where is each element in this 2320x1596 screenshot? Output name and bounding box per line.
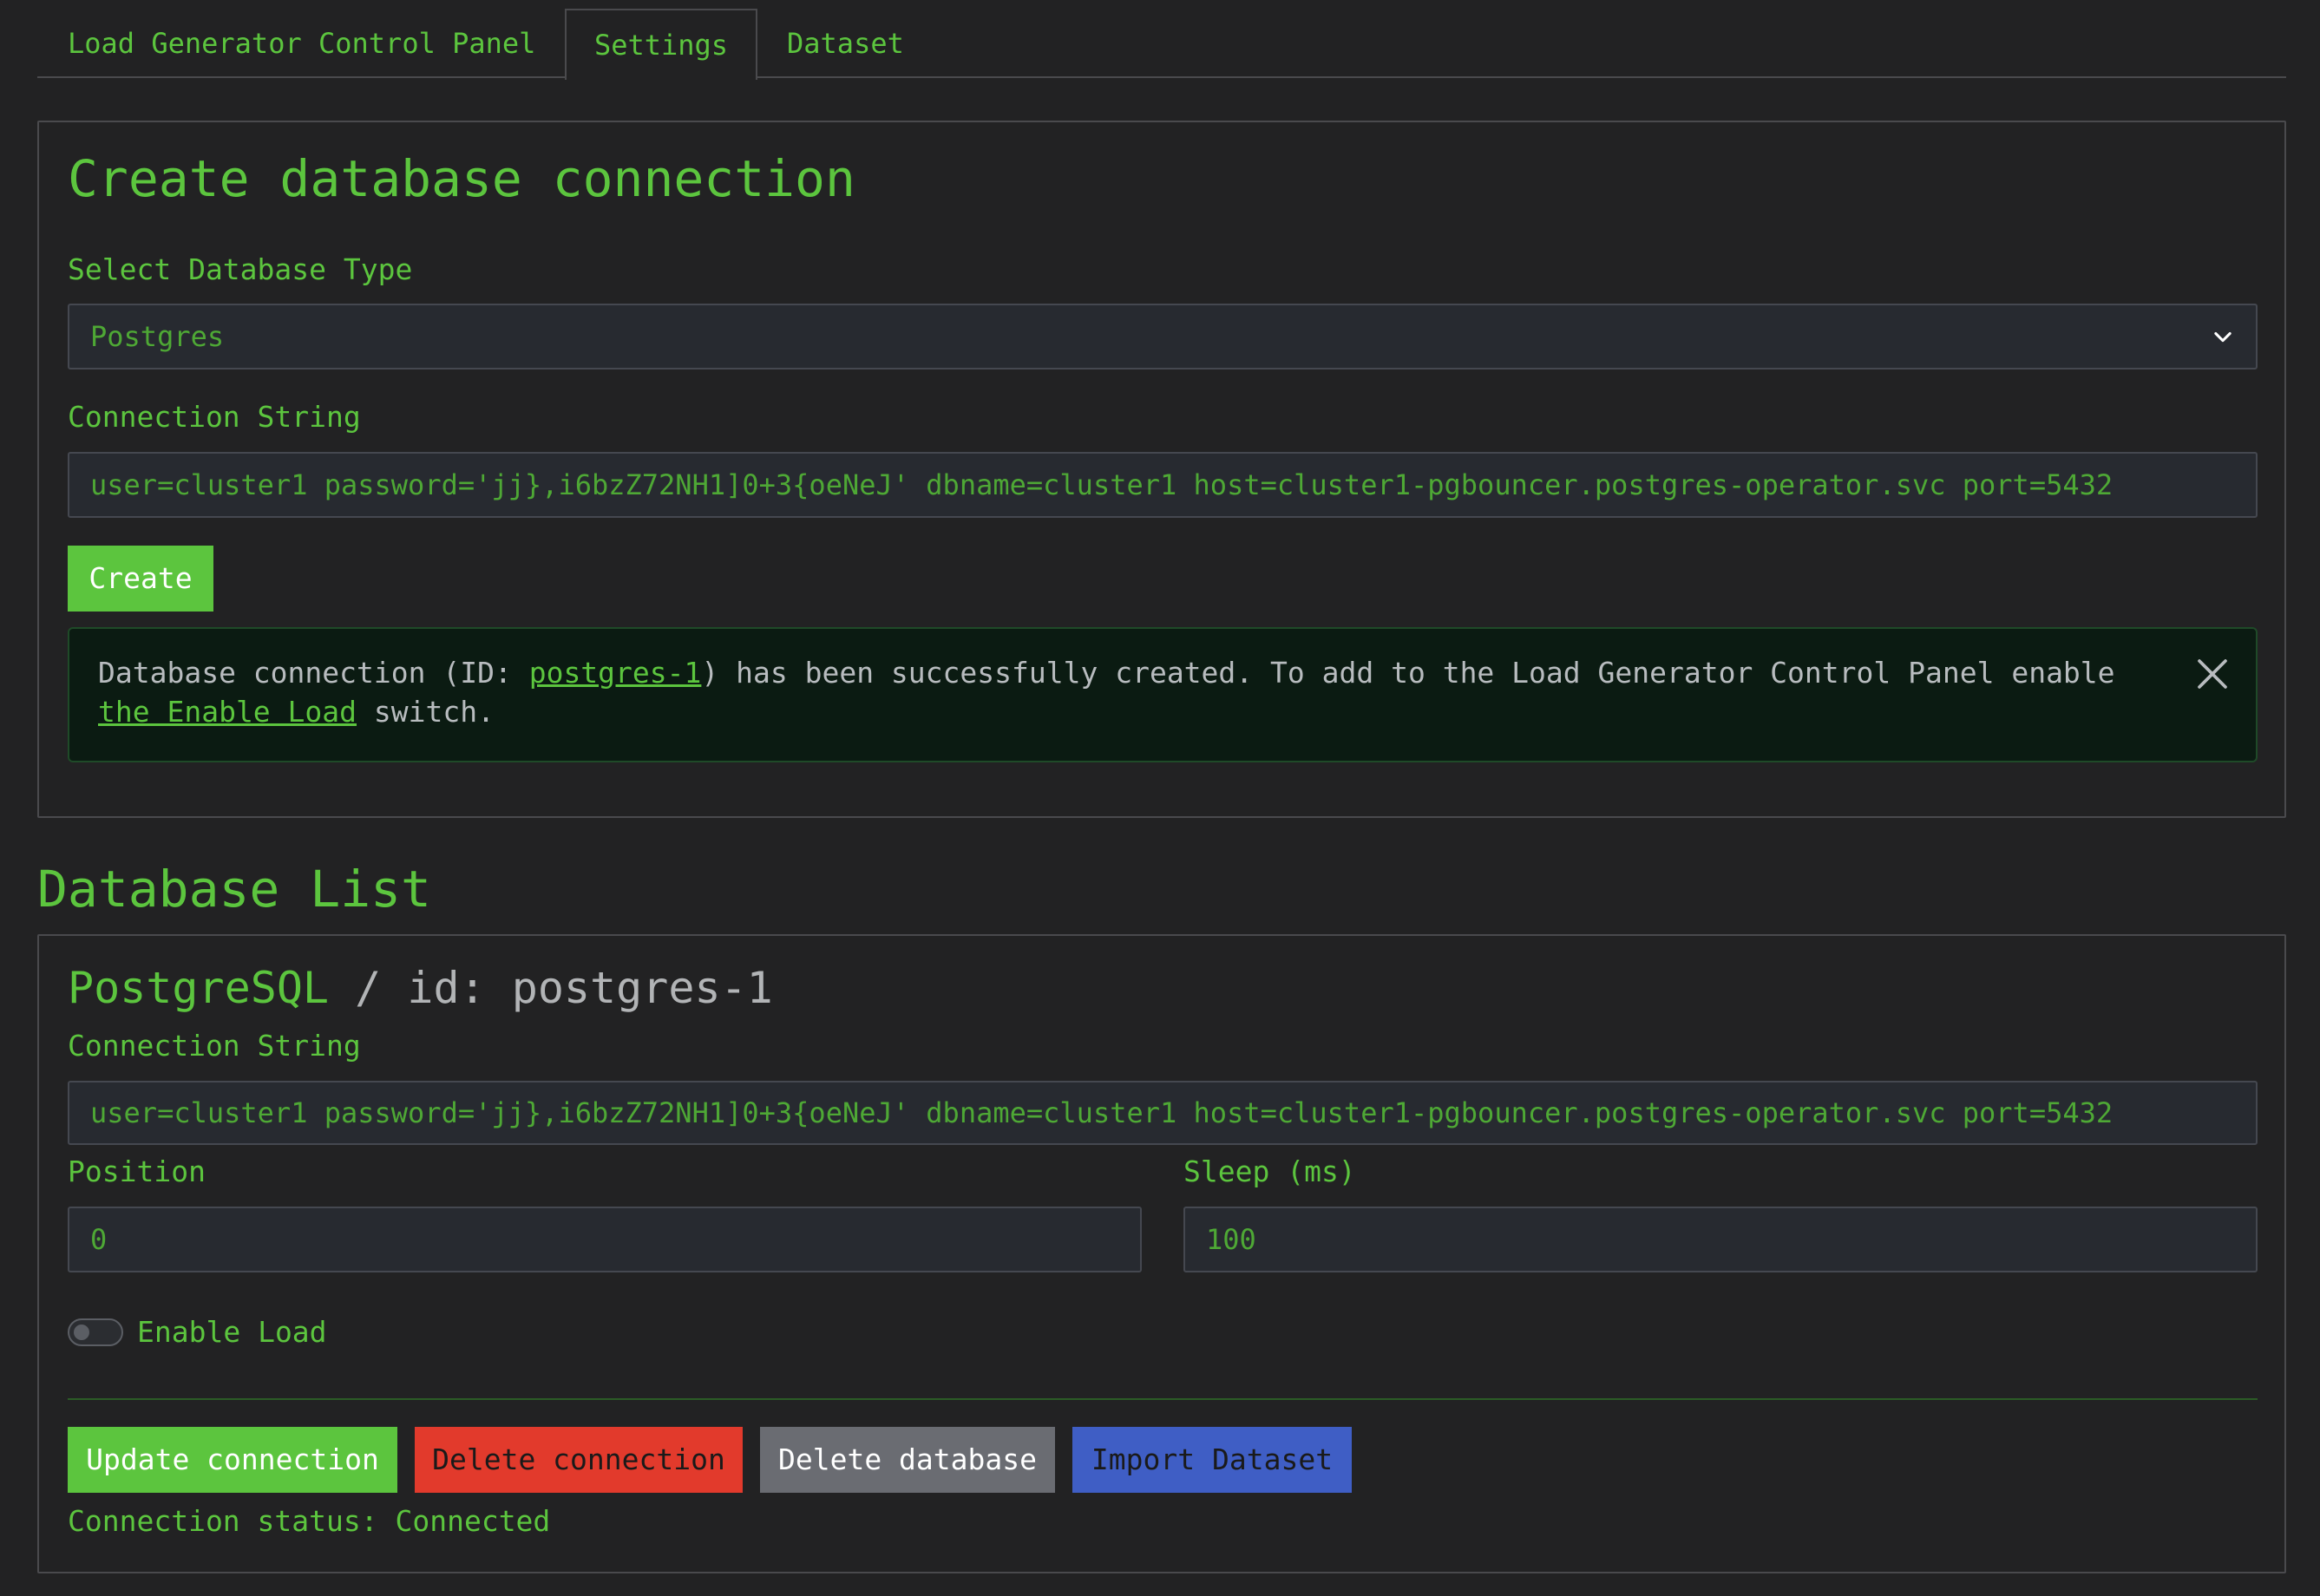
alert-text-after: switch. <box>357 695 495 729</box>
db-type-value: Postgres <box>90 320 225 353</box>
db-type-label: Select Database Type <box>68 252 413 286</box>
connection-string-input[interactable]: user=cluster1 password='jj},i6bzZ72NH1]0… <box>68 452 2258 518</box>
alert-enable-load-link[interactable]: the Enable Load <box>98 695 357 729</box>
enable-load-toggle[interactable] <box>68 1318 123 1346</box>
position-value: 0 <box>90 1223 108 1256</box>
alert-text-before: Database connection (ID: <box>98 656 529 690</box>
db-type-select[interactable]: Postgres <box>68 304 2258 370</box>
database-id: / id: postgres-1 <box>329 963 773 1013</box>
tab-load-generator-control-panel[interactable]: Load Generator Control Panel <box>68 9 535 78</box>
create-button[interactable]: Create <box>68 546 213 612</box>
position-label: Position <box>68 1154 206 1188</box>
tab-dataset[interactable]: Dataset <box>787 9 904 78</box>
card-connection-string-label: Connection String <box>68 1029 361 1063</box>
create-connection-title: Create database connection <box>68 149 855 208</box>
import-dataset-button[interactable]: Import Dataset <box>1072 1427 1352 1493</box>
database-list-title: Database List <box>37 860 431 919</box>
connection-status: Connection status: Connected <box>68 1504 551 1538</box>
page: Load Generator Control Panel Settings Da… <box>0 0 2320 1596</box>
close-icon[interactable] <box>2195 657 2230 691</box>
card-connection-string-value: user=cluster1 password='jj},i6bzZ72NH1]0… <box>90 1096 2114 1129</box>
delete-connection-button[interactable]: Delete connection <box>415 1427 743 1493</box>
divider <box>68 1398 2258 1400</box>
connection-string-label: Connection String <box>68 400 361 434</box>
sleep-label: Sleep (ms) <box>1183 1154 1356 1188</box>
delete-database-button[interactable]: Delete database <box>760 1427 1055 1493</box>
chevron-down-icon <box>2214 331 2232 343</box>
success-alert: Database connection (ID: postgres-1) has… <box>68 627 2258 762</box>
card-connection-string-input[interactable]: user=cluster1 password='jj},i6bzZ72NH1]0… <box>68 1081 2258 1145</box>
database-type-name: PostgreSQL <box>68 963 330 1013</box>
toggle-knob <box>74 1325 89 1340</box>
create-connection-panel: Create database connection Select Databa… <box>37 121 2286 818</box>
database-card-title: PostgreSQL / id: postgres-1 <box>68 962 773 1014</box>
update-connection-button[interactable]: Update connection <box>68 1427 397 1493</box>
alert-id-link[interactable]: postgres-1 <box>529 656 702 690</box>
database-card: PostgreSQL / id: postgres-1 Connection S… <box>37 934 2286 1573</box>
position-input[interactable]: 0 <box>68 1207 1142 1272</box>
tab-settings[interactable]: Settings <box>565 9 757 80</box>
sleep-value: 100 <box>1206 1223 1256 1256</box>
alert-text-middle: ) has been successfully created. To add … <box>701 656 2115 690</box>
enable-load-label: Enable Load <box>137 1315 327 1349</box>
tab-bar: Load Generator Control Panel Settings Da… <box>37 9 2286 80</box>
connection-string-value: user=cluster1 password='jj},i6bzZ72NH1]0… <box>90 468 2114 501</box>
sleep-input[interactable]: 100 <box>1183 1207 2258 1272</box>
